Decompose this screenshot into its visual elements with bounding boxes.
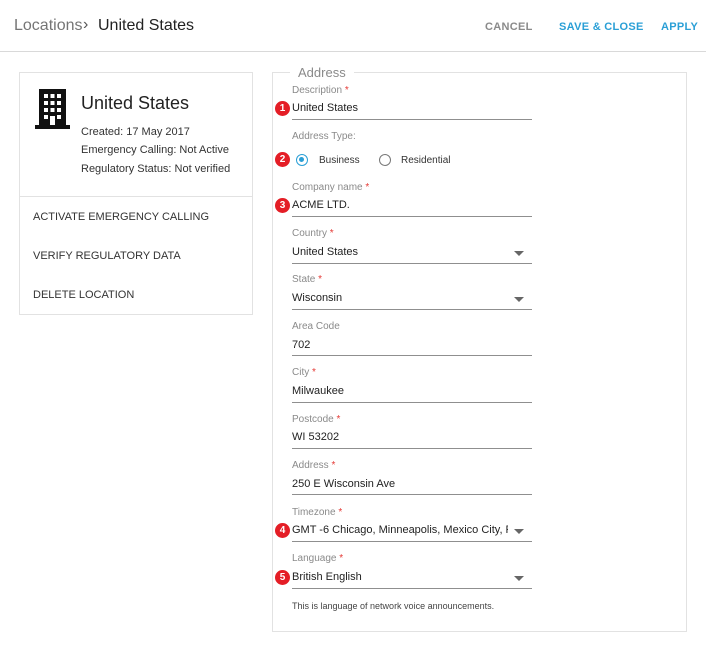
business-radio[interactable] [296, 154, 308, 166]
description-label: Description * [292, 85, 349, 96]
card-divider [20, 196, 252, 197]
area-code-underline [292, 355, 532, 356]
save-close-button[interactable]: SAVE & CLOSE [559, 21, 644, 33]
breadcrumb-locations-link[interactable]: Locations [14, 17, 83, 35]
description-input[interactable]: United States [292, 102, 508, 114]
residential-radio[interactable] [379, 154, 391, 166]
address-legend: Address [290, 65, 354, 80]
regulatory-status: Regulatory Status: Not verified [81, 163, 231, 175]
language-helper-text: This is language of network voice announ… [292, 601, 495, 611]
verify-regulatory-data-link[interactable]: VERIFY REGULATORY DATA [33, 250, 181, 262]
address-label: Address * [292, 460, 336, 471]
company-name-input[interactable]: ACME LTD. [292, 199, 508, 211]
page-title: United States [98, 17, 195, 34]
city-input[interactable]: Milwaukee [292, 385, 508, 397]
timezone-underline [292, 541, 532, 542]
building-icon [35, 89, 70, 129]
address-input[interactable]: 250 E Wisconsin Ave [292, 478, 508, 490]
timezone-caret-down-icon[interactable] [514, 529, 524, 534]
postcode-label: Postcode * [292, 414, 341, 425]
language-label: Language * [292, 553, 344, 564]
description-underline [292, 119, 532, 120]
timezone-select[interactable]: GMT -6 Chicago, Minneapolis, Mexico City… [292, 524, 508, 536]
state-caret-down-icon[interactable] [514, 297, 524, 302]
address-type-label: Address Type: [292, 131, 356, 142]
top-bar: Locations › United States CANCEL SAVE & … [0, 0, 706, 52]
callout-badge-1: 1 [275, 101, 290, 116]
area-code-input[interactable]: 702 [292, 339, 508, 351]
callout-badge-2: 2 [275, 152, 290, 167]
company-name-underline [292, 216, 532, 217]
company-name-label: Company name * [292, 182, 370, 193]
apply-button[interactable]: APPLY [661, 21, 698, 33]
cancel-button[interactable]: CANCEL [485, 21, 533, 33]
state-label: State * [292, 274, 323, 285]
callout-badge-3: 3 [275, 198, 290, 213]
postcode-underline [292, 448, 532, 449]
city-label: City * [292, 367, 316, 378]
delete-location-link[interactable]: DELETE LOCATION [33, 289, 134, 301]
business-radio-label[interactable]: Business [319, 155, 360, 166]
breadcrumb-chevron-icon: › [83, 16, 89, 33]
country-select[interactable]: United States [292, 246, 508, 258]
language-underline [292, 588, 532, 589]
residential-radio-label[interactable]: Residential [401, 155, 450, 166]
country-label: Country * [292, 228, 334, 239]
language-select[interactable]: British English [292, 571, 508, 583]
location-summary-card: United States Created: 17 May 2017 Emerg… [19, 72, 253, 315]
language-caret-down-icon[interactable] [514, 576, 524, 581]
callout-badge-5: 5 [275, 570, 290, 585]
callout-badge-4: 4 [275, 523, 290, 538]
state-underline [292, 309, 532, 310]
activate-emergency-calling-link[interactable]: ACTIVATE EMERGENCY CALLING [33, 211, 209, 223]
country-underline [292, 263, 532, 264]
state-select[interactable]: Wisconsin [292, 292, 508, 304]
timezone-label: Timezone * [292, 507, 343, 518]
created-date: Created: 17 May 2017 [81, 126, 190, 138]
city-underline [292, 402, 532, 403]
location-title: United States [81, 93, 190, 113]
emergency-status: Emergency Calling: Not Active [81, 144, 229, 156]
postcode-input[interactable]: WI 53202 [292, 431, 508, 443]
country-caret-down-icon[interactable] [514, 251, 524, 256]
area-code-label: Area Code [292, 321, 340, 332]
address-underline [292, 494, 532, 495]
